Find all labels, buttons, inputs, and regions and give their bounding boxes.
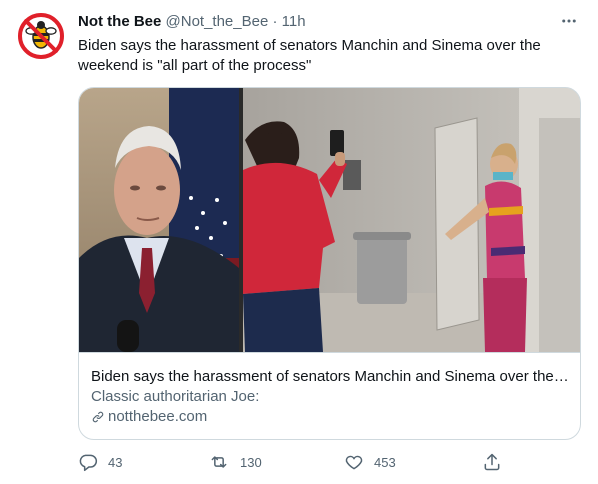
heart-icon: [345, 455, 363, 470]
link-icon: [92, 411, 104, 423]
more-horizontal-icon: [562, 19, 576, 23]
card-text-area[interactable]: Biden says the harassment of senators Ma…: [79, 352, 580, 439]
tweet[interactable]: Not the Bee @Not_the_Bee · 11h Biden say…: [0, 0, 598, 484]
card-image: [79, 88, 580, 352]
retweet-icon: [211, 456, 227, 468]
card-domain-text[interactable]: notthebee.com: [108, 407, 207, 427]
tweet-header: Not the Bee @Not_the_Bee · 11h: [78, 12, 306, 32]
not-the-bee-logo-icon: [18, 13, 64, 59]
retweet-count: 130: [240, 454, 262, 470]
header-separator: ·: [272, 13, 278, 30]
author-name[interactable]: Not the Bee: [78, 13, 161, 30]
card-photo-illustration: [79, 88, 580, 352]
tweet-text: Biden says the harassment of senators Ma…: [78, 37, 541, 74]
card-description: Classic authoritarian Joe:: [91, 388, 260, 405]
author-handle[interactable]: @Not_the_Bee: [166, 13, 269, 30]
retweet-button[interactable]: 130: [208, 452, 262, 472]
reply-icon: [79, 454, 98, 472]
more-options-button[interactable]: [558, 10, 580, 32]
card-title[interactable]: Biden says the harassment of senators Ma…: [91, 367, 569, 387]
share-button[interactable]: [482, 452, 502, 472]
link-preview-card[interactable]: Biden says the harassment of senators Ma…: [78, 87, 581, 440]
tweet-timestamp[interactable]: 11h: [282, 13, 306, 30]
card-domain[interactable]: notthebee.com: [91, 407, 207, 427]
author-avatar[interactable]: [17, 12, 65, 60]
reply-count: 43: [108, 454, 123, 470]
reply-button[interactable]: 43: [78, 452, 122, 472]
like-count: 453: [374, 454, 396, 470]
share-icon: [484, 453, 500, 471]
tweet-actions: 43 130 453: [78, 452, 578, 476]
like-button[interactable]: 453: [344, 452, 396, 472]
